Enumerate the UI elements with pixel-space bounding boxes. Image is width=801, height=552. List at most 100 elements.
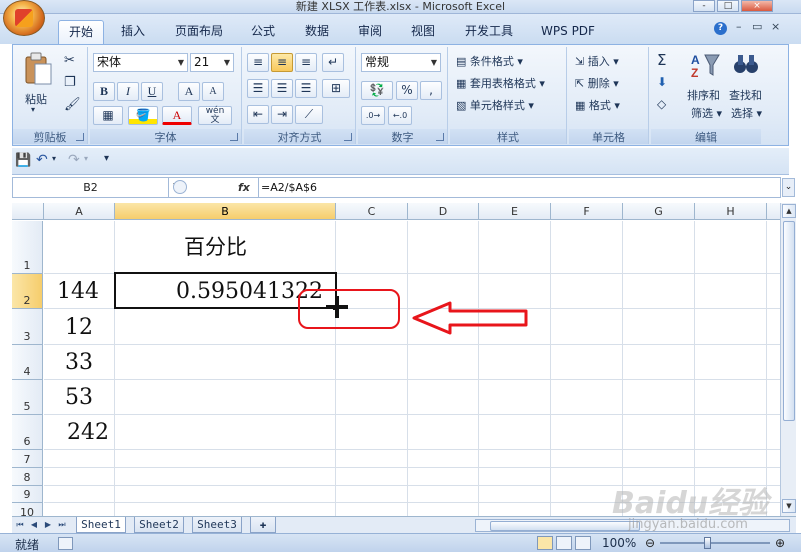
column-header-b[interactable]: B <box>115 203 336 220</box>
redo-dropdown-icon[interactable]: ▾ <box>84 154 88 163</box>
clipboard-launcher-icon[interactable] <box>76 133 84 141</box>
font-launcher-icon[interactable] <box>230 133 238 141</box>
font-name-select[interactable]: 宋体 ▼ <box>93 53 188 72</box>
tab-insert[interactable]: 插入 <box>110 20 156 44</box>
cell-a3[interactable]: 12 <box>65 315 93 340</box>
decrease-indent-button[interactable]: ⇤ <box>247 105 269 124</box>
zoom-slider-knob[interactable] <box>704 537 711 549</box>
alignment-launcher-icon[interactable] <box>344 133 352 141</box>
name-box[interactable]: B2▼ <box>13 178 180 197</box>
sort-filter-label-2[interactable]: 筛选 ▾ <box>691 105 722 121</box>
cell-a6[interactable]: 242 <box>67 420 109 445</box>
borders-button[interactable]: ▦ <box>93 106 123 125</box>
sheet-tab-3[interactable]: Sheet3 <box>192 517 242 533</box>
font-color-button[interactable]: A <box>162 106 192 125</box>
close-workbook-icon[interactable]: × <box>771 20 780 33</box>
increase-indent-button[interactable]: ⇥ <box>271 105 293 124</box>
increase-decimal-button[interactable]: .0→ <box>361 106 385 125</box>
cut-icon[interactable]: ✂ <box>64 53 75 68</box>
paste-icon[interactable] <box>23 51 53 87</box>
shrink-font-button[interactable]: A <box>202 82 224 101</box>
clear-icon[interactable]: ◇ <box>657 97 666 111</box>
row-header-10[interactable]: 10 <box>12 503 43 516</box>
format-cells-button[interactable]: ▦ 格式 ▾ <box>575 97 620 113</box>
redo-icon[interactable]: ↷ <box>68 152 80 168</box>
restore-window-icon[interactable]: ▭ <box>752 20 762 33</box>
column-header-extra[interactable] <box>767 203 780 220</box>
align-left-button[interactable]: ☰ <box>247 79 269 98</box>
paste-label[interactable]: 粘贴 <box>25 91 47 107</box>
insert-cells-button[interactable]: ⇲ 插入 ▾ <box>575 53 619 69</box>
sort-filter-label[interactable]: 排序和 <box>687 87 720 103</box>
vertical-scrollbar[interactable]: ▲ ▼ <box>780 203 796 516</box>
scroll-up-icon[interactable]: ▲ <box>782 204 796 218</box>
grow-font-button[interactable]: A <box>178 82 200 101</box>
ribbon-minimize-icon[interactable]: – <box>736 20 742 33</box>
zoom-slider[interactable] <box>660 542 770 544</box>
save-icon[interactable]: 💾 <box>15 153 31 168</box>
align-right-button[interactable]: ☰ <box>295 79 317 98</box>
tab-developer[interactable]: 开发工具 <box>455 20 523 44</box>
normal-view-icon[interactable] <box>537 536 553 550</box>
row-header-5[interactable]: 5 <box>12 380 43 415</box>
number-launcher-icon[interactable] <box>436 133 444 141</box>
zoom-in-icon[interactable]: ⊕ <box>775 536 785 550</box>
autosum-button[interactable]: Σ <box>657 51 666 69</box>
vertical-scroll-thumb[interactable] <box>783 221 795 421</box>
format-painter-icon[interactable]: 🖌 <box>64 97 81 112</box>
minimize-button[interactable]: - <box>693 0 715 12</box>
find-select-label-2[interactable]: 选择 ▾ <box>731 105 762 121</box>
align-middle-button[interactable]: ≡ <box>271 53 293 72</box>
formula-bar-divider-icon[interactable] <box>173 180 187 194</box>
tab-formulas[interactable]: 公式 <box>240 20 286 44</box>
percent-button[interactable]: % <box>396 81 418 100</box>
page-break-view-icon[interactable] <box>575 536 591 550</box>
accounting-format-button[interactable]: 💱 <box>361 81 393 100</box>
tab-review[interactable]: 审阅 <box>347 20 393 44</box>
zoom-level[interactable]: 100% <box>602 536 636 550</box>
undo-dropdown-icon[interactable]: ▾ <box>52 154 56 163</box>
insert-sheet-icon[interactable]: ✚ <box>250 517 276 533</box>
macro-record-icon[interactable] <box>58 537 73 550</box>
comma-button[interactable]: , <box>420 81 442 100</box>
column-header-h[interactable]: H <box>695 203 767 220</box>
column-header-a[interactable]: A <box>44 203 115 220</box>
worksheet-grid[interactable]: A B C D E F G H 1 2 3 4 5 6 7 8 9 10 百分比… <box>12 203 780 516</box>
select-all-button[interactable] <box>12 203 44 220</box>
row-header-8[interactable]: 8 <box>12 468 43 486</box>
sheet-tab-2[interactable]: Sheet2 <box>134 517 184 533</box>
row-header-6[interactable]: 6 <box>12 415 43 450</box>
horizontal-scroll-thumb[interactable] <box>490 521 640 531</box>
wrap-text-button[interactable]: ↵ <box>322 53 344 72</box>
row-header-1[interactable]: 1 <box>12 221 43 274</box>
row-header-9[interactable]: 9 <box>12 486 43 503</box>
align-top-button[interactable]: ≡ <box>247 53 269 72</box>
column-header-g[interactable]: G <box>623 203 695 220</box>
italic-button[interactable]: I <box>117 82 139 101</box>
column-header-f[interactable]: F <box>551 203 623 220</box>
maximize-button[interactable]: □ <box>717 0 739 12</box>
merge-center-button[interactable]: ⊞ <box>322 79 350 98</box>
sheet-tab-1[interactable]: Sheet1 <box>76 517 126 533</box>
sort-filter-icon[interactable]: A Z <box>691 51 721 79</box>
format-as-table-button[interactable]: ▦ 套用表格格式 ▾ <box>456 75 545 91</box>
fill-icon[interactable]: ⬇ <box>657 75 667 89</box>
column-header-e[interactable]: E <box>479 203 551 220</box>
expand-formula-bar-icon[interactable]: ⌄ <box>782 178 795 197</box>
decrease-decimal-button[interactable]: ←.0 <box>388 106 412 125</box>
column-header-c[interactable]: C <box>336 203 408 220</box>
cell-styles-button[interactable]: ▧ 单元格样式 ▾ <box>456 97 534 113</box>
bold-button[interactable]: B <box>93 82 115 101</box>
font-size-select[interactable]: 21 ▼ <box>190 53 234 72</box>
page-layout-view-icon[interactable] <box>556 536 572 550</box>
row-header-4[interactable]: 4 <box>12 345 43 380</box>
tab-view[interactable]: 视图 <box>400 20 446 44</box>
close-button[interactable]: × <box>741 0 773 12</box>
cell-b1[interactable]: 百分比 <box>184 231 247 261</box>
office-button[interactable] <box>3 0 45 36</box>
paste-dropdown-icon[interactable]: ▾ <box>31 105 35 114</box>
orientation-button[interactable]: ⟋ <box>295 105 323 124</box>
row-header-3[interactable]: 3 <box>12 309 43 345</box>
next-sheet-icon[interactable]: ▶ <box>42 518 54 532</box>
column-header-d[interactable]: D <box>408 203 479 220</box>
